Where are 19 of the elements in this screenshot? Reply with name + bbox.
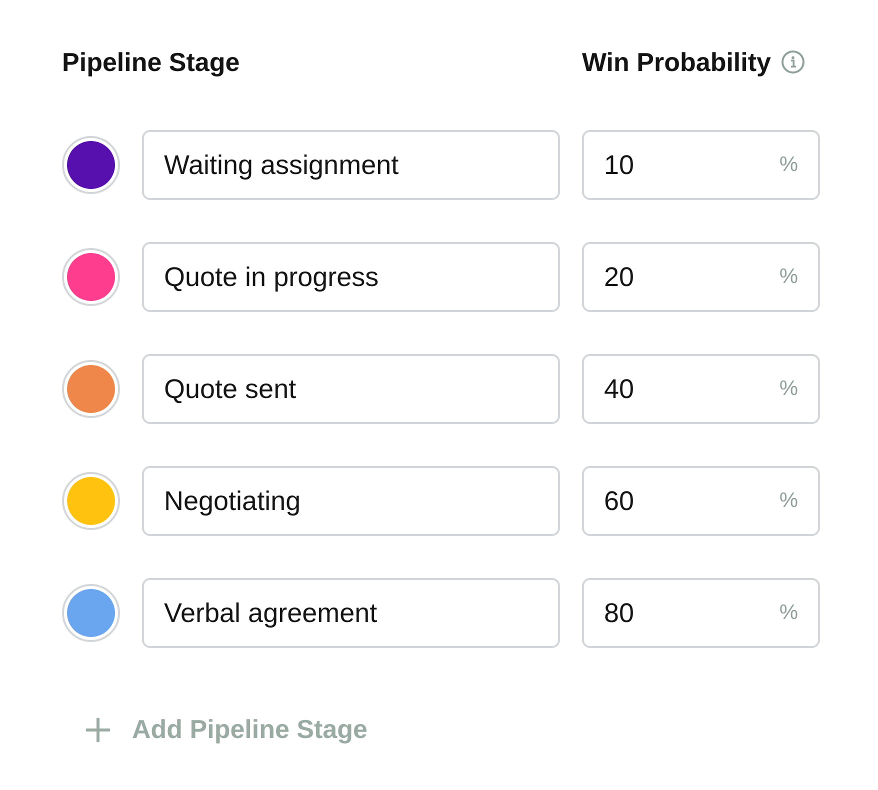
- probability-field[interactable]: 40 %: [582, 354, 820, 424]
- stage-name-field[interactable]: Waiting assignment: [142, 130, 560, 200]
- percent-unit: %: [779, 489, 798, 513]
- column-header: Win Probability: [582, 46, 771, 78]
- stage-name-field[interactable]: Quote sent: [142, 354, 560, 424]
- plus-icon: [86, 718, 110, 742]
- probability-field[interactable]: 10 %: [582, 130, 820, 200]
- stage-name-field[interactable]: Quote in progress: [142, 242, 560, 312]
- stage-name-field[interactable]: Verbal agreement: [142, 578, 560, 648]
- probability-field[interactable]: 60 %: [582, 466, 820, 536]
- percent-unit: %: [779, 153, 798, 177]
- percent-unit: %: [779, 601, 798, 625]
- percent-unit: %: [779, 377, 798, 401]
- probability-field[interactable]: 80 %: [582, 578, 820, 648]
- stage-name-field[interactable]: Negotiating: [142, 466, 560, 536]
- info-icon[interactable]: [781, 50, 805, 74]
- column-header: Pipeline Stage: [62, 46, 240, 78]
- probability-field[interactable]: 20 %: [582, 242, 820, 312]
- percent-unit: %: [779, 265, 798, 289]
